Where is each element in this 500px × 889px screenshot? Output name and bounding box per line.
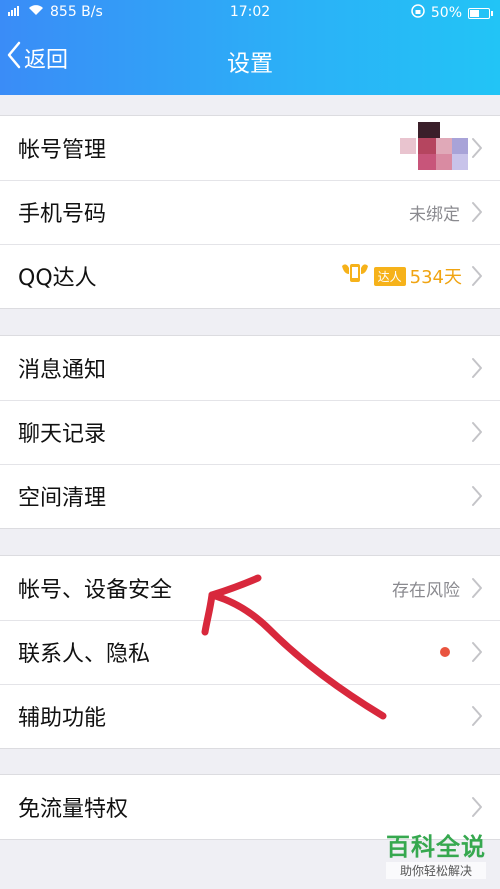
settings-group-account: 帐号管理 手机号码 未绑定 QQ达人 达人 534天 <box>0 115 500 309</box>
row-value: 存在风险 <box>392 580 460 601</box>
chevron-right-icon <box>468 199 486 225</box>
daren-badge: 达人 534天 <box>340 260 462 292</box>
row-value: 未绑定 <box>409 204 460 225</box>
avatar <box>400 118 470 174</box>
row-label: QQ达人 <box>18 266 97 291</box>
row-label: 免流量特权 <box>18 797 129 822</box>
daren-days: 534天 <box>409 267 462 288</box>
daren-tag: 达人 <box>373 266 406 286</box>
row-label: 联系人、隐私 <box>18 642 151 667</box>
row-account-device-security[interactable]: 帐号、设备安全 存在风险 <box>0 556 500 620</box>
row-account-management[interactable]: 帐号管理 <box>0 116 500 180</box>
chevron-right-icon <box>468 639 486 665</box>
status-right: 50% <box>411 4 493 22</box>
battery-percent: 50% <box>430 5 462 21</box>
chevron-right-icon <box>468 419 486 445</box>
settings-group-messages: 消息通知 聊天记录 空间清理 <box>0 335 500 529</box>
row-storage-cleanup[interactable]: 空间清理 <box>0 464 500 528</box>
row-notifications[interactable]: 消息通知 <box>0 336 500 400</box>
row-label: 辅助功能 <box>18 706 107 731</box>
status-bar: 855 B/s 17:02 50% <box>0 0 500 26</box>
chevron-right-icon <box>468 263 486 289</box>
page-title: 设置 <box>227 51 273 77</box>
row-qq-daren[interactable]: QQ达人 达人 534天 <box>0 244 500 308</box>
chevron-right-icon <box>468 135 486 161</box>
row-contacts-privacy[interactable]: 联系人、隐私 <box>0 620 500 684</box>
chevron-right-icon <box>468 355 486 381</box>
watermark-main: 百科全说 <box>386 833 486 861</box>
chevron-right-icon <box>468 703 486 729</box>
row-chat-history[interactable]: 聊天记录 <box>0 400 500 464</box>
row-label: 空间清理 <box>18 486 107 511</box>
chevron-right-icon <box>468 483 486 509</box>
header-bar: 855 B/s 17:02 50% 返回 设置 <box>0 0 500 95</box>
row-label: 聊天记录 <box>18 422 107 447</box>
lock-rotation-icon <box>411 4 425 22</box>
row-accessibility[interactable]: 辅助功能 <box>0 684 500 748</box>
row-label: 手机号码 <box>18 202 107 227</box>
settings-group-security: 帐号、设备安全 存在风险 联系人、隐私 辅助功能 <box>0 555 500 749</box>
row-phone-number[interactable]: 手机号码 未绑定 <box>0 180 500 244</box>
battery-icon <box>468 7 493 19</box>
row-label: 消息通知 <box>18 358 107 383</box>
row-label: 帐号、设备安全 <box>18 578 173 603</box>
watermark-sub: 助你轻松解决 <box>386 862 486 879</box>
new-indicator-dot <box>440 647 450 657</box>
watermark: 百科全说 助你轻松解决 <box>386 827 486 879</box>
chevron-right-icon <box>468 575 486 601</box>
winged-phone-icon <box>340 260 370 292</box>
chevron-right-icon <box>468 794 486 820</box>
